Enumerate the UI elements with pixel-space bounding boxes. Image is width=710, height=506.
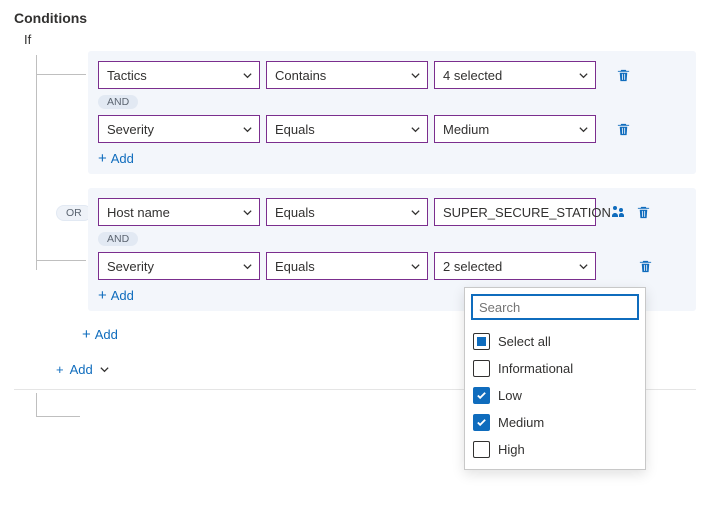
checkbox-checked-icon: [473, 387, 490, 404]
section-title: Conditions: [14, 10, 696, 26]
chevron-down-icon: [241, 69, 253, 81]
option-select-all[interactable]: Select all: [471, 328, 639, 355]
chevron-down-icon: [99, 364, 111, 376]
value-text: Medium: [443, 122, 489, 137]
multiselect-popup: Select all Informational Low Medium High: [464, 287, 646, 470]
condition-group: Tactics Contains 4 selected AND Severity: [88, 51, 696, 174]
chevron-down-icon: [577, 260, 589, 272]
field-dropdown[interactable]: Tactics: [98, 61, 260, 89]
condition-row: Severity Equals 2 selected Select all: [98, 252, 686, 280]
conditions-container: Tactics Contains 4 selected AND Severity: [14, 51, 696, 390]
add-label: Add: [111, 151, 134, 166]
delete-icon[interactable]: [614, 66, 632, 84]
field-dropdown[interactable]: Host name: [98, 198, 260, 226]
add-condition-button[interactable]: + Add: [98, 149, 686, 168]
operator-dropdown[interactable]: Equals: [266, 115, 428, 143]
field-dropdown[interactable]: Severity: [98, 115, 260, 143]
chevron-down-icon: [241, 123, 253, 135]
option-label: Low: [498, 388, 522, 403]
plus-icon: +: [98, 288, 107, 303]
chevron-down-icon: [409, 123, 421, 135]
checkbox-icon: [473, 441, 490, 458]
add-label: Add: [111, 288, 134, 303]
if-label: If: [24, 32, 696, 47]
tree-elbow: [36, 221, 86, 261]
tree-elbow: [36, 55, 86, 75]
and-badge: AND: [98, 232, 138, 246]
tree-elbow: [36, 393, 80, 417]
value-text: SUPER_SECURE_STATION: [443, 205, 611, 220]
operator-dropdown[interactable]: Equals: [266, 198, 428, 226]
operator-value: Equals: [275, 122, 315, 137]
delete-icon[interactable]: [636, 257, 654, 275]
chevron-down-icon: [577, 69, 589, 81]
value-text: 4 selected: [443, 68, 502, 83]
checkbox-icon: [473, 360, 490, 377]
plus-icon: +: [56, 362, 64, 377]
field-value: Severity: [107, 259, 154, 274]
plus-icon: +: [82, 327, 91, 342]
option-item[interactable]: Medium: [471, 409, 639, 436]
checkbox-indeterminate-icon: [473, 333, 490, 350]
option-item[interactable]: Low: [471, 382, 639, 409]
value-dropdown[interactable]: 4 selected: [434, 61, 596, 89]
delete-icon[interactable]: [614, 120, 632, 138]
option-label: Medium: [498, 415, 544, 430]
value-dropdown[interactable]: 2 selected: [434, 252, 596, 280]
option-item[interactable]: Informational: [471, 355, 639, 382]
option-item[interactable]: High: [471, 436, 639, 463]
field-value: Severity: [107, 122, 154, 137]
condition-group: Host name Equals SUPER_SECURE_STATION AN…: [88, 188, 696, 311]
operator-value: Equals: [275, 205, 315, 220]
checkbox-checked-icon: [473, 414, 490, 431]
condition-row: Tactics Contains 4 selected: [98, 61, 686, 89]
option-label: Informational: [498, 361, 573, 376]
add-label: Add: [95, 327, 118, 342]
chevron-down-icon: [409, 260, 421, 272]
chevron-down-icon: [241, 206, 253, 218]
field-value: Tactics: [107, 68, 147, 83]
operator-dropdown[interactable]: Equals: [266, 252, 428, 280]
and-badge: AND: [98, 95, 138, 109]
value-text: 2 selected: [443, 259, 502, 274]
condition-row: Host name Equals SUPER_SECURE_STATION: [98, 198, 686, 226]
chevron-down-icon: [241, 260, 253, 272]
condition-row: Severity Equals Medium: [98, 115, 686, 143]
delete-icon[interactable]: [634, 203, 652, 221]
operator-value: Contains: [275, 68, 326, 83]
operator-dropdown[interactable]: Contains: [266, 61, 428, 89]
plus-icon: +: [98, 151, 107, 166]
option-label: Select all: [498, 334, 551, 349]
value-dropdown[interactable]: Medium: [434, 115, 596, 143]
add-label: Add: [70, 362, 93, 377]
operator-value: Equals: [275, 259, 315, 274]
field-value: Host name: [107, 205, 170, 220]
chevron-down-icon: [409, 69, 421, 81]
or-badge: OR: [56, 205, 92, 221]
field-dropdown[interactable]: Severity: [98, 252, 260, 280]
search-input[interactable]: [471, 294, 639, 320]
value-dropdown[interactable]: SUPER_SECURE_STATION: [434, 198, 596, 226]
chevron-down-icon: [409, 206, 421, 218]
option-label: High: [498, 442, 525, 457]
chevron-down-icon: [577, 123, 589, 135]
